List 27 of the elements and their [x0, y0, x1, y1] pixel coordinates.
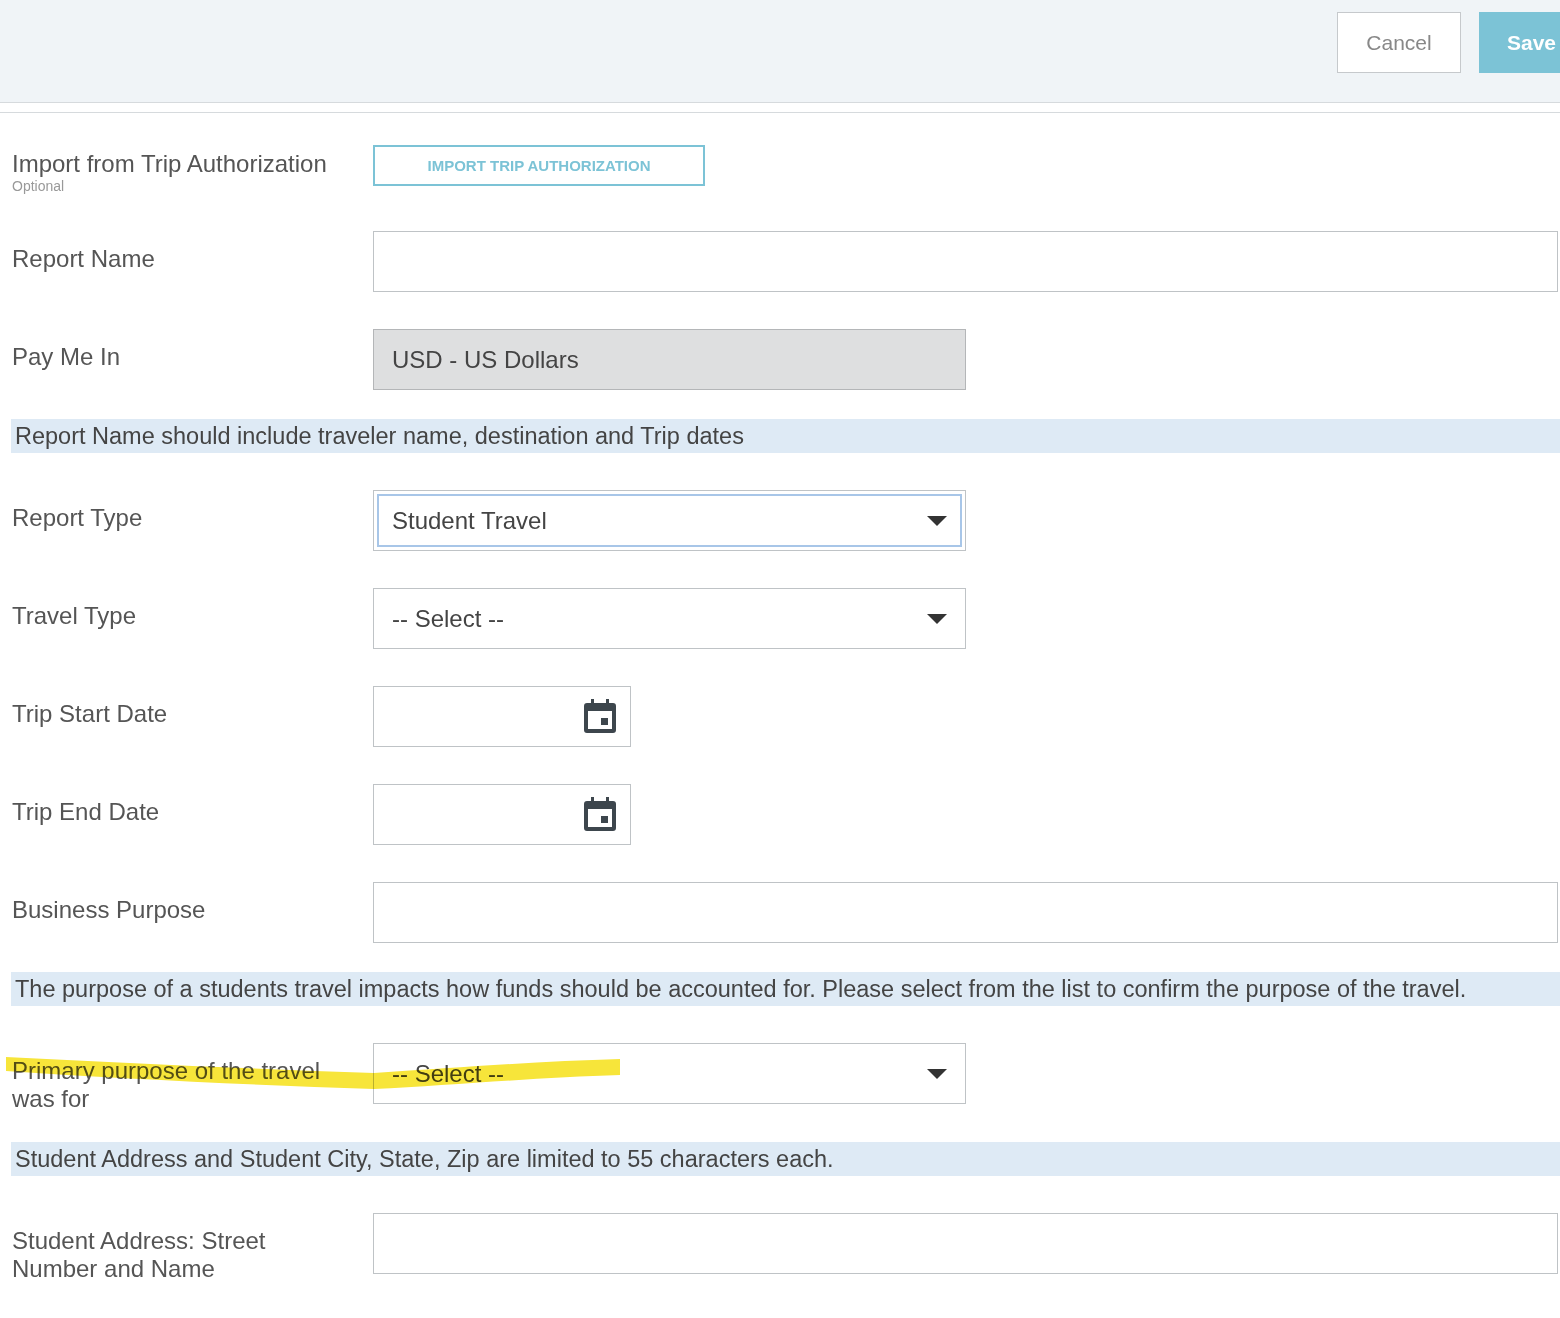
- field-label: Trip Start Date: [12, 700, 169, 728]
- text-field[interactable]: [373, 882, 1558, 943]
- field-label: Business Purpose: [12, 896, 207, 924]
- field-label: Pay Me In: [12, 343, 122, 371]
- date-field[interactable]: [373, 784, 631, 845]
- field-label: Report Name: [12, 245, 156, 273]
- cancel-button[interactable]: Cancel: [1337, 12, 1461, 73]
- field-label: Report Type: [12, 504, 144, 532]
- dropdown[interactable]: -- Select --: [373, 588, 966, 649]
- calendar-icon[interactable]: [584, 699, 616, 733]
- caret-icon: [927, 614, 947, 624]
- optional-hint: Optional: [12, 178, 65, 194]
- field-label: Travel Type: [12, 602, 138, 630]
- dropdown[interactable]: Student Travel: [373, 490, 966, 551]
- text-field[interactable]: [373, 231, 1558, 292]
- field-label: Student Address: Street Number and Name: [12, 1227, 267, 1283]
- text-field[interactable]: [373, 1213, 1558, 1274]
- calendar-icon[interactable]: [584, 797, 616, 831]
- field-label: Import from Trip Authorization: [12, 150, 328, 178]
- caret-icon: [927, 516, 947, 526]
- info-banner: The purpose of a students travel impacts how funds should be accounted for. Please select from the list to confirm the purpose of the travel.: [11, 972, 1560, 1006]
- caret-icon: [927, 1069, 947, 1079]
- info-banner: Report Name should include traveler name, destination and Trip dates: [11, 419, 1560, 453]
- date-field[interactable]: [373, 686, 631, 747]
- currency-field: USD - US Dollars: [373, 329, 966, 390]
- info-banner: Student Address and Student City, State, Zip are limited to 55 characters each.: [11, 1142, 1560, 1176]
- field-label: Trip End Date: [12, 798, 161, 826]
